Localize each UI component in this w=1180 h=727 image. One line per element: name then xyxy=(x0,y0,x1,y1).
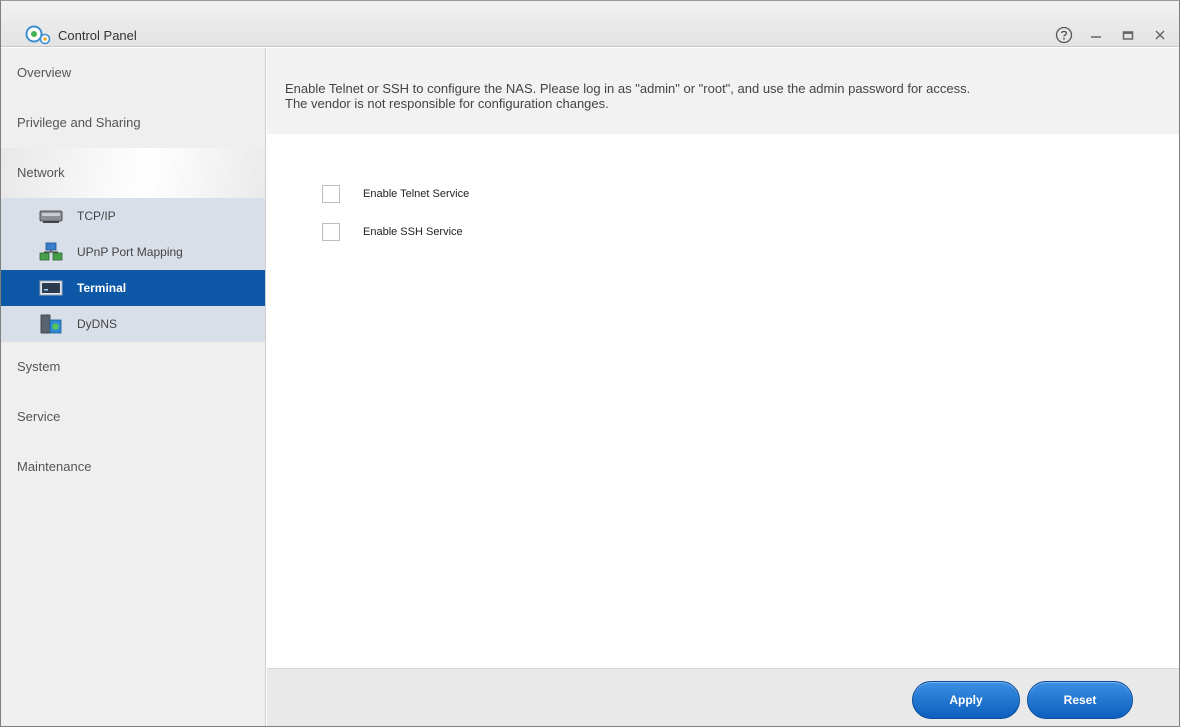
notice-line-2: The vendor is not responsible for config… xyxy=(285,96,609,111)
subnav-item-dydns[interactable]: DyDNS xyxy=(1,306,265,342)
terminal-icon xyxy=(39,278,63,298)
help-icon[interactable] xyxy=(1055,26,1073,44)
sidebar-item-maintenance[interactable]: Maintenance xyxy=(1,442,265,492)
network-card-icon xyxy=(39,206,63,226)
subnav-item-label: UPnP Port Mapping xyxy=(77,245,183,259)
minimize-icon[interactable] xyxy=(1087,26,1105,44)
reset-button[interactable]: Reset xyxy=(1027,681,1133,719)
subnav-item-label: TCP/IP xyxy=(77,209,116,223)
subnav-item-label: Terminal xyxy=(77,281,127,295)
subnav-item-label: DyDNS xyxy=(77,317,118,331)
subnav-item-terminal[interactable]: Terminal xyxy=(1,270,265,306)
subnav-item-upnp-port-mapping[interactable]: UPnP Port Mapping xyxy=(1,234,265,270)
telnet-label[interactable]: Enable Telnet Service xyxy=(363,188,469,200)
window-controls xyxy=(1055,25,1169,45)
network-subnav: TCP/IP UPnP Port Mapping Terminal DyDNS xyxy=(1,198,265,342)
control-panel-window: Control Panel Overview Privilege and Sha… xyxy=(0,0,1180,727)
sidebar-item-network[interactable]: Network xyxy=(1,148,265,198)
sidebar-item-overview[interactable]: Overview xyxy=(1,48,265,98)
sidebar-item-service[interactable]: Service xyxy=(1,392,265,442)
control-panel-app-icon xyxy=(25,25,51,45)
action-footer: Apply Reset xyxy=(267,668,1179,726)
maximize-icon[interactable] xyxy=(1119,26,1137,44)
sidebar-item-privilege-and-sharing[interactable]: Privilege and Sharing xyxy=(1,98,265,148)
sidebar-item-system[interactable]: System xyxy=(1,342,265,392)
telnet-checkbox[interactable] xyxy=(322,185,340,203)
window-title: Control Panel xyxy=(58,28,137,43)
subnav-item-tcp-ip[interactable]: TCP/IP xyxy=(1,198,265,234)
apply-button[interactable]: Apply xyxy=(912,681,1020,719)
main-content: Enable Telnet or SSH to configure the NA… xyxy=(267,48,1179,726)
notice-line-1: Enable Telnet or SSH to configure the NA… xyxy=(285,81,971,96)
ssh-label[interactable]: Enable SSH Service xyxy=(363,226,463,238)
sidebar: Overview Privilege and Sharing Network T… xyxy=(1,48,266,726)
title-bar: Control Panel xyxy=(1,1,1179,47)
option-ssh: Enable SSH Service xyxy=(322,213,469,251)
terminal-notice: Enable Telnet or SSH to configure the NA… xyxy=(267,48,1179,134)
ssh-checkbox[interactable] xyxy=(322,223,340,241)
option-telnet: Enable Telnet Service xyxy=(322,175,469,213)
upnp-icon xyxy=(39,242,63,262)
dydns-icon xyxy=(39,314,63,334)
terminal-options: Enable Telnet Service Enable SSH Service xyxy=(322,175,469,251)
close-icon[interactable] xyxy=(1151,26,1169,44)
